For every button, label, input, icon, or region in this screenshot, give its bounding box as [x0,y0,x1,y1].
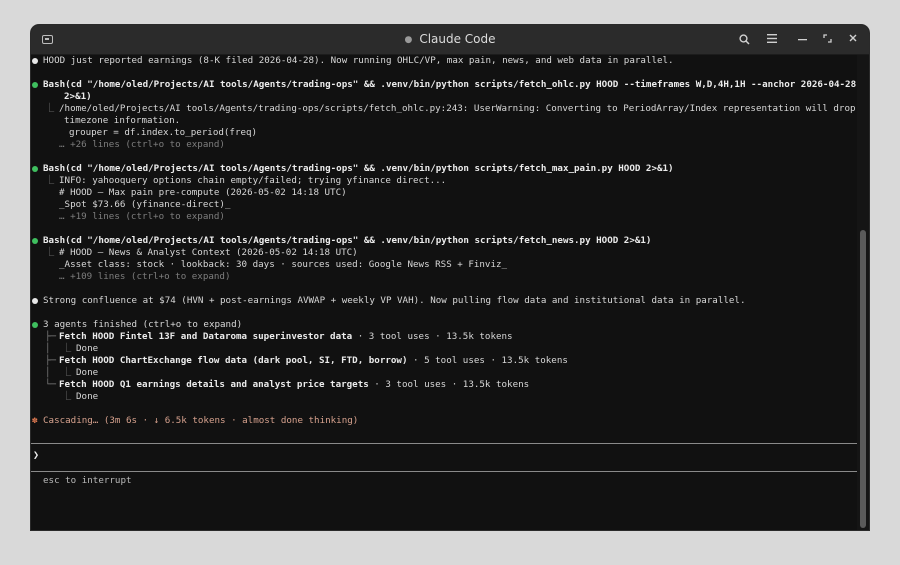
tool-output: timezone information. [64,115,181,126]
agent-row: Fetch HOOD Q1 earnings details and analy… [59,379,529,391]
tree-connector: ⎿ [45,175,55,186]
tree-stem: │ [45,367,51,378]
tree-stem: │ [45,343,51,354]
expand-hint[interactable]: … +109 lines (ctrl+o to expand) [59,271,230,283]
assistant-message: Strong confluence at $74 (HVN + post-ear… [43,295,746,306]
tree-connector: ⎿ [62,367,72,378]
agent-name: Fetch HOOD Fintel 13F and Dataroma super… [59,331,353,342]
bash-command: Bash(cd "/home/oled/Projects/AI tools/Ag… [43,163,674,174]
input-border-top [31,443,857,444]
search-icon [738,34,750,45]
close-icon [849,34,857,42]
bash-command: Bash(cd "/home/oled/Projects/AI tools/Ag… [43,235,652,246]
message-bullet-icon [32,58,38,64]
tool-output: INFO: yahooquery options chain empty/fai… [59,175,447,186]
tool-output: # HOOD — News & Analyst Context (2026-05… [59,247,358,258]
bash-command-cont: 2>&1) [64,91,92,102]
agents-summary[interactable]: 3 agents finished (ctrl+o to expand) [43,319,242,331]
tree-branch: ├─ [45,331,57,342]
close-button[interactable] [843,30,863,50]
assistant-message: HOOD just reported earnings (8-K filed 2… [43,55,674,66]
agent-row: Fetch HOOD Fintel 13F and Dataroma super… [59,331,513,343]
tool-output: grouper = df.index.to_period(freq) [69,127,258,138]
tool-success-bullet-icon [32,238,38,244]
agent-status: Done [76,367,99,378]
minimize-button[interactable] [792,30,812,50]
agent-name: Fetch HOOD ChartExchange flow data (dark… [59,355,408,366]
tree-connector: ⎿ [45,103,55,114]
tree-branch: ├─ [45,355,57,366]
bash-command: Bash(cd "/home/oled/Projects/AI tools/Ag… [43,79,857,90]
agent-meta: · 5 tool uses · 13.5k tokens [407,355,568,366]
tree-branch: └─ [45,379,57,390]
maximize-icon [822,34,832,43]
terminal-output: HOOD just reported earnings (8-K filed 2… [31,55,857,530]
minimize-icon [797,39,807,41]
agent-row: Fetch HOOD ChartExchange flow data (dark… [59,355,568,367]
input-border-bottom [31,471,857,472]
tool-output: _Asset class: stock · lookback: 30 days … [59,259,508,270]
expand-hint[interactable]: … +26 lines (ctrl+o to expand) [59,139,225,151]
spinner-icon: ✽ [32,415,38,426]
menu-icon [767,34,777,43]
maximize-button[interactable] [817,30,837,50]
agent-meta: · 3 tool uses · 13.5k tokens [352,331,513,342]
tree-connector: ⎿ [62,343,72,354]
tool-output: _Spot $73.66 (yfinance-direct)_ [59,199,231,210]
interrupt-hint: esc to interrupt [43,475,132,486]
agents-bullet-icon [32,322,38,328]
search-button[interactable] [734,30,754,50]
agent-status: Done [76,391,99,402]
terminal-window: ● Claude Code HOOD just reported earnings… [31,25,869,530]
tool-output: # HOOD — Max pain pre-compute (2026-05-0… [59,187,347,198]
message-bullet-icon [32,298,38,304]
prompt-input[interactable]: ❯ [33,450,39,461]
titlebar: ● Claude Code [31,25,869,55]
agent-meta: · 3 tool uses · 13.5k tokens [368,379,530,390]
menu-button[interactable] [762,30,782,50]
tree-connector: ⎿ [62,391,72,402]
status-line: Cascading… (3m 6s · ↓ 6.5k tokens · almo… [43,415,359,426]
tree-connector: ⎿ [45,247,55,258]
agent-name: Fetch HOOD Q1 earnings details and analy… [59,379,369,390]
expand-hint[interactable]: … +19 lines (ctrl+o to expand) [59,211,225,223]
window-title-text: Claude Code [419,32,496,46]
tool-output: /home/oled/Projects/AI tools/Agents/trad… [59,103,856,114]
agent-status: Done [76,343,99,354]
tool-success-bullet-icon [32,166,38,172]
scrollbar-thumb[interactable] [860,230,866,528]
title-dot-icon: ● [404,35,413,45]
tool-success-bullet-icon [32,82,38,88]
